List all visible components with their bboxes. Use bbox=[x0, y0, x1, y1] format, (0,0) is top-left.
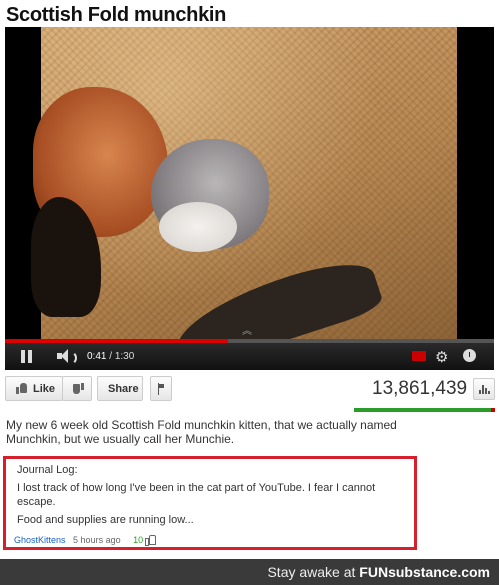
video-player[interactable]: ︽ 0:41 / 1:30 ⚙ bbox=[5, 27, 494, 370]
thumb-up-icon bbox=[16, 383, 27, 394]
duration: 1:30 bbox=[114, 351, 135, 362]
flag-icon bbox=[158, 383, 166, 395]
comment-thumb-up-icon[interactable] bbox=[145, 535, 157, 546]
gear-icon[interactable]: ⚙ bbox=[435, 348, 448, 366]
thumb-down-icon bbox=[73, 383, 84, 394]
stats-button[interactable] bbox=[473, 378, 495, 400]
video-description: My new 6 week old Scottish Fold munchkin… bbox=[6, 418, 397, 446]
footer-text: Stay awake at FUNsubstance.com bbox=[267, 564, 490, 580]
dislike-button[interactable] bbox=[62, 376, 92, 401]
footer-prefix: Stay awake at bbox=[267, 564, 360, 580]
comment-line: I lost track of how long I've been in th… bbox=[17, 482, 376, 494]
comment-line: Journal Log: bbox=[17, 464, 78, 476]
video-title: Scottish Fold munchkin bbox=[6, 4, 227, 26]
footer-brand[interactable]: FUNsubstance.com bbox=[359, 564, 490, 580]
collapse-annotation-icon[interactable]: ︽ bbox=[242, 322, 258, 337]
comment-time: 5 hours ago bbox=[73, 535, 121, 545]
time-separator: / bbox=[106, 351, 115, 362]
bar-chart-icon bbox=[479, 385, 490, 394]
page: Scottish Fold munchkin ︽ 0:41 / 1:30 ⚙ L… bbox=[0, 0, 499, 585]
video-frame[interactable] bbox=[31, 27, 457, 370]
view-count: 13,861,439 bbox=[372, 378, 468, 399]
footer: Stay awake at FUNsubstance.com bbox=[0, 559, 499, 585]
volume-icon[interactable] bbox=[57, 349, 77, 365]
video-kitten-belly bbox=[159, 202, 237, 252]
comment-votes: 10 bbox=[133, 535, 144, 545]
comment-line: Food and supplies are running low... bbox=[17, 514, 194, 526]
pause-icon[interactable] bbox=[21, 350, 33, 363]
like-button[interactable]: Like bbox=[5, 376, 63, 401]
annotations-icon[interactable] bbox=[412, 351, 426, 361]
watch-later-icon[interactable] bbox=[463, 349, 476, 362]
comment-meta: GhostKittens 5 hours ago 10 bbox=[14, 535, 157, 546]
flag-button[interactable] bbox=[150, 376, 172, 401]
current-time: 0:41 bbox=[87, 351, 107, 362]
comment-author[interactable]: GhostKittens bbox=[14, 535, 66, 545]
comment-line: escape. bbox=[17, 496, 56, 508]
share-label: Share bbox=[108, 383, 139, 395]
time-display: 0:41 / 1:30 bbox=[87, 351, 134, 362]
like-ratio-fill bbox=[354, 408, 491, 412]
share-button[interactable]: Share bbox=[97, 376, 143, 401]
like-ratio-bar bbox=[354, 408, 495, 412]
player-controls: 0:41 / 1:30 ⚙ bbox=[5, 343, 494, 370]
like-label: Like bbox=[33, 383, 56, 395]
comment: Journal Log: I lost track of how long I'… bbox=[3, 456, 417, 550]
